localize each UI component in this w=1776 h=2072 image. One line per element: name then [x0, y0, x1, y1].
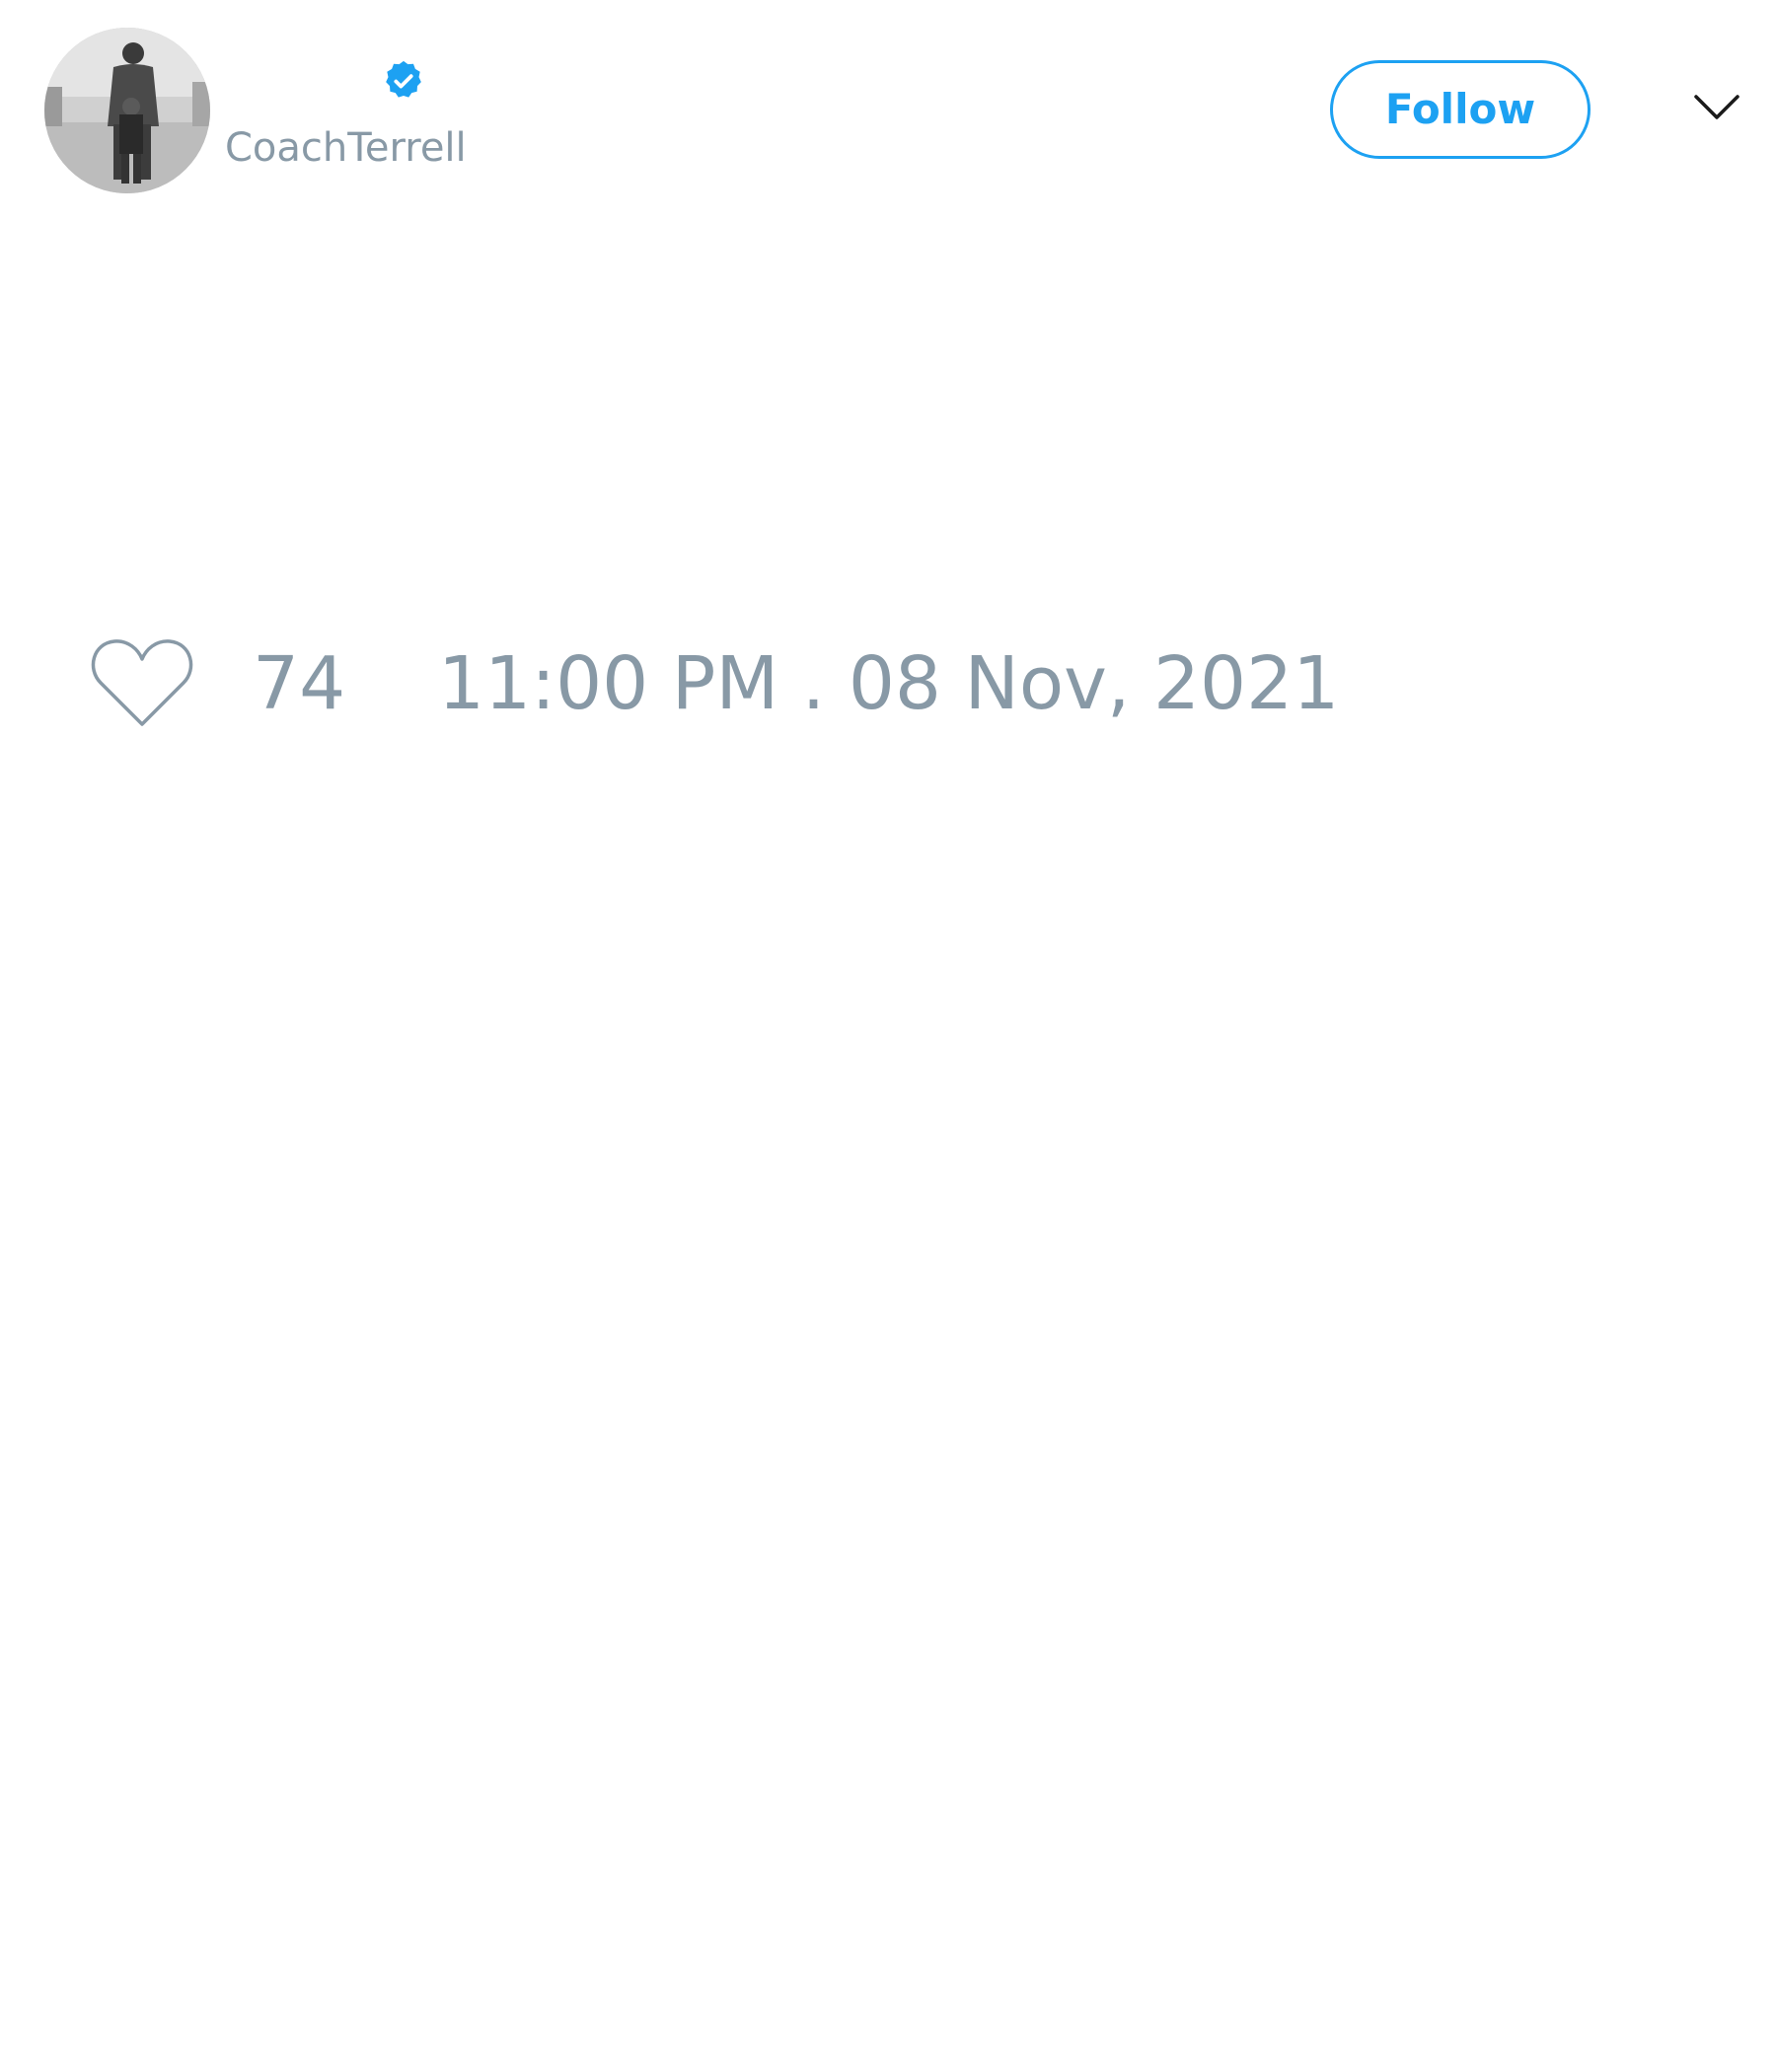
chevron-down-icon[interactable] [1693, 93, 1740, 122]
avatar-photo [44, 28, 210, 193]
verified-badge-icon [386, 60, 421, 98]
like-count: 74 [253, 641, 346, 726]
tweet-timestamp[interactable]: 11:00 PM . 08 Nov, 2021 [438, 643, 1339, 724]
avatar[interactable] [44, 28, 210, 193]
heart-outline-icon[interactable] [89, 635, 195, 730]
author-handle[interactable]: CoachTerrell [225, 124, 467, 172]
follow-button[interactable]: Follow [1330, 60, 1591, 159]
